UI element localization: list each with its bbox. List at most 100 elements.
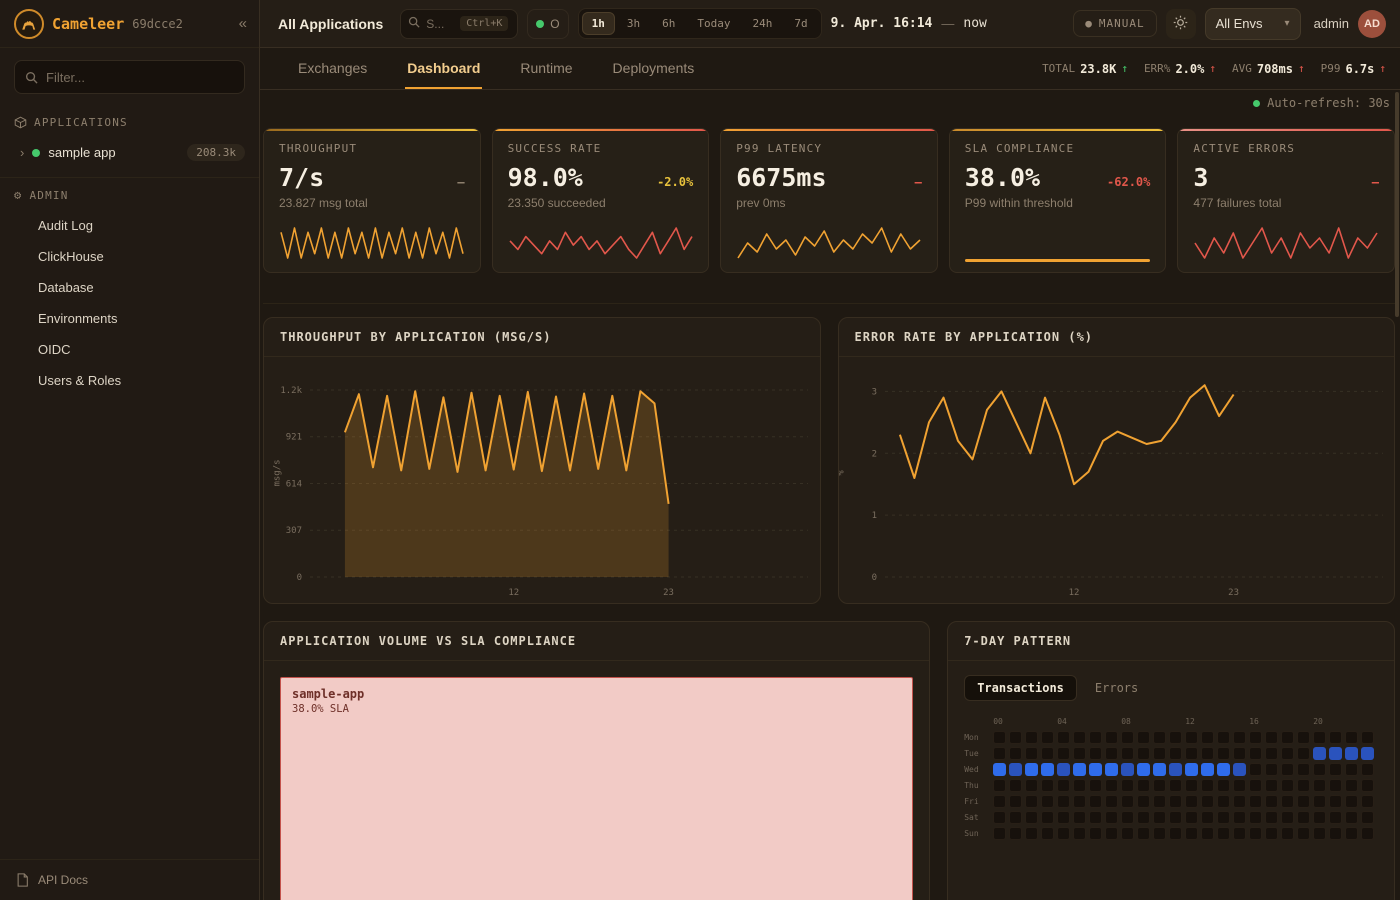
kpi-card-throughput: THROUGHPUT7/s—23.827 msg total (263, 128, 481, 273)
svg-text:3: 3 (871, 387, 876, 397)
sidebar-item-api-docs[interactable]: API Docs (0, 859, 259, 900)
heatmap-cell (1361, 811, 1374, 824)
live-status-toggle[interactable]: O (527, 9, 568, 39)
filter-input[interactable] (46, 70, 234, 85)
heatmap-cell (1265, 747, 1278, 760)
avatar[interactable]: AD (1358, 10, 1386, 38)
heatmap-cell (1089, 827, 1102, 840)
sidebar-item-clickhouse[interactable]: ClickHouse (0, 241, 259, 272)
heatmap-cell (1313, 795, 1326, 808)
kpi-subtitle: prev 0ms (736, 196, 922, 210)
heatmap-cell (1281, 779, 1294, 792)
heatmap-cell (1009, 731, 1022, 744)
treemap-node-sla: 38.0% SLA (292, 703, 901, 715)
heatmap-cell (1281, 763, 1294, 776)
sidebar-item-audit-log[interactable]: Audit Log (0, 210, 259, 241)
scrollbar-thumb[interactable] (1395, 92, 1399, 317)
panel-error-rate-by-application: ERROR RATE BY APPLICATION (%) % 01231223 (838, 317, 1396, 604)
heatmap-cell (1169, 779, 1182, 792)
heatmap-cell (993, 731, 1006, 744)
kpi-accent-bar (493, 129, 709, 131)
heatmap-hour-label (1345, 715, 1358, 728)
stat-avg: AVG708ms↑ (1232, 62, 1305, 76)
treemap-node-sample-app[interactable]: sample-app 38.0% SLA (280, 677, 913, 900)
sidebar: Cameleer 69dcce2 « APPLICATIONS › sample… (0, 0, 260, 900)
document-icon (16, 873, 29, 887)
heatmap-cell (1281, 811, 1294, 824)
now-label[interactable]: now (963, 16, 986, 31)
datetime-label[interactable]: 9. Apr. 16:14 (831, 16, 933, 31)
sidebar-item-oidc[interactable]: OIDC (0, 334, 259, 365)
heatmap-hour-label (1153, 715, 1166, 728)
tab-dashboard[interactable]: Dashboard (405, 48, 482, 89)
kpi-value: 38.0% (965, 163, 1040, 192)
heatmap-cell (1041, 747, 1054, 760)
heatmap-cell (1105, 731, 1118, 744)
search-icon (25, 71, 38, 84)
stat-value: 708ms (1257, 62, 1293, 76)
y-axis-label: msg/s (273, 459, 283, 486)
range-button-7d[interactable]: 7d (784, 12, 817, 35)
heatmap-cell (1153, 795, 1166, 808)
sidebar-filter[interactable] (14, 60, 245, 94)
global-search[interactable]: Ctrl+K (400, 9, 518, 39)
trend-arrow-icon: ↑ (1209, 62, 1216, 75)
heatmap-cell (1105, 811, 1118, 824)
sidebar-item-users-roles[interactable]: Users & Roles (0, 365, 259, 396)
heatmap-hour-label: 16 (1249, 715, 1262, 728)
range-button-3h[interactable]: 3h (617, 12, 650, 35)
heatmap-cell (1153, 811, 1166, 824)
heatmap-cell (1201, 827, 1214, 840)
heatmap-cell (1361, 827, 1374, 840)
search-input[interactable] (426, 17, 454, 31)
heatmap-day-label: Wed (964, 763, 990, 776)
range-button-6h[interactable]: 6h (652, 12, 685, 35)
sidebar-item-environments[interactable]: Environments (0, 303, 259, 334)
heatmap-cell (1169, 827, 1182, 840)
heatmap-cell (1057, 731, 1070, 744)
range-button-today[interactable]: Today (687, 12, 740, 35)
heatmap-cell (1265, 795, 1278, 808)
sidebar-item-sample-app[interactable]: › sample app 208.3k (0, 137, 259, 171)
heatmap-cell (1233, 811, 1246, 824)
throughput-chart: msg/s 03076149211.2k1223 (264, 357, 820, 603)
heatmap-cell (1329, 747, 1342, 760)
trend-arrow-icon: ↑ (1121, 62, 1128, 75)
heatmap-cell (1089, 747, 1102, 760)
time-range-group: 1h3h6hToday24h7d (578, 8, 822, 39)
kpi-value-row: 3— (1193, 163, 1379, 192)
kpi-progress-bar (965, 259, 1151, 262)
summary-stats: TOTAL23.8K↑ERR%2.0%↑AVG708ms↑P996.7s↑ (1042, 48, 1386, 89)
heatmap-cell (1041, 763, 1054, 776)
section-divider (263, 303, 1395, 304)
sidebar-item-database[interactable]: Database (0, 272, 259, 303)
sidebar-collapse-icon[interactable]: « (239, 15, 247, 32)
heatmap-cell (1233, 747, 1246, 760)
online-dot-icon (536, 20, 544, 28)
heatmap-cell (1185, 747, 1198, 760)
kpi-card-sla-compliance: SLA COMPLIANCE38.0%-62.0%P99 within thre… (949, 128, 1167, 273)
range-button-1h[interactable]: 1h (582, 12, 615, 35)
heatmap-cell (1201, 779, 1214, 792)
heatmap-cell (1249, 827, 1262, 840)
heatmap-tab-errors[interactable]: Errors (1083, 675, 1150, 701)
heatmap-cell (1313, 827, 1326, 840)
build-hash: 69dcce2 (132, 17, 183, 31)
search-icon (408, 16, 420, 31)
heatmap-cell (1073, 747, 1086, 760)
heatmap-hour-label (1137, 715, 1150, 728)
tab-deployments[interactable]: Deployments (611, 48, 697, 89)
heatmap-tab-transactions[interactable]: Transactions (964, 675, 1077, 701)
range-button-24h[interactable]: 24h (743, 12, 783, 35)
heatmap-cell (1345, 811, 1358, 824)
stat-total: TOTAL23.8K↑ (1042, 62, 1128, 76)
tab-exchanges[interactable]: Exchanges (296, 48, 369, 89)
tab-runtime[interactable]: Runtime (518, 48, 574, 89)
theme-toggle-button[interactable] (1166, 9, 1196, 39)
heatmap-hour-label: 04 (1057, 715, 1070, 728)
env-select[interactable]: All Envs ▾ (1205, 8, 1301, 40)
heatmap-cell (993, 763, 1006, 776)
svg-text:307: 307 (286, 526, 302, 536)
manual-refresh-button[interactable]: ● MANUAL (1073, 10, 1156, 37)
heatmap-cell (1345, 763, 1358, 776)
